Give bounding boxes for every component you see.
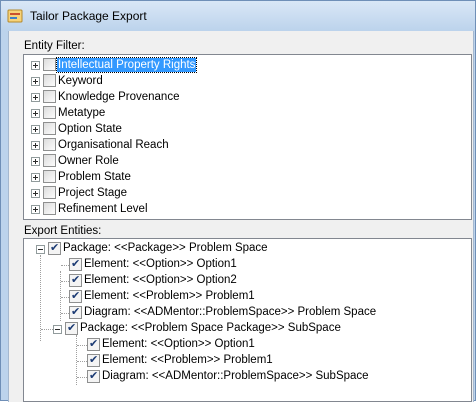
tree-node-diagram[interactable]: Diagram: <<ADMentor::ProblemSpace>> SubS…	[24, 368, 464, 385]
tree-connector	[77, 361, 87, 363]
filter-item[interactable]: Metatype	[24, 105, 464, 121]
filter-item-label: Metatype	[58, 107, 106, 119]
filter-item-label: Owner Role	[58, 155, 119, 167]
filter-item-checkbox[interactable]	[43, 122, 56, 135]
entity-filter-tree[interactable]: Intellectual Property Rights Keyword Knowl…	[23, 54, 472, 220]
node-label: Diagram: <<ADMentor::ProblemSpace>> SubS…	[102, 370, 369, 382]
filter-item[interactable]: Organisational Reach	[24, 137, 464, 153]
tree-node-element[interactable]: Element: <<Option>> Option2	[24, 272, 464, 289]
expand-icon[interactable]	[31, 173, 40, 182]
expand-icon[interactable]	[31, 157, 40, 166]
node-checkbox[interactable]	[69, 272, 82, 287]
expand-icon[interactable]	[31, 189, 40, 198]
tree-node-element[interactable]: Element: <<Option>> Option1	[24, 336, 464, 353]
node-label: Element: <<Option>> Option1	[102, 338, 255, 350]
root-package-label: Package: <<Package>> Problem Space	[63, 242, 268, 254]
filter-item-checkbox[interactable]	[43, 154, 56, 167]
tree-node-root-package[interactable]: Package: <<Package>> Problem Space	[24, 240, 464, 257]
expand-icon[interactable]	[31, 125, 40, 134]
root-package-checkbox[interactable]	[48, 240, 61, 255]
export-entities-tree[interactable]: Package: <<Package>> Problem Space Eleme…	[23, 238, 472, 402]
tree-node-diagram[interactable]: Diagram: <<ADMentor::ProblemSpace>> Prob…	[24, 304, 464, 321]
subpackage-checkbox[interactable]	[65, 320, 78, 335]
tree-connector	[77, 377, 87, 379]
tree-connector	[61, 281, 69, 283]
node-checkbox[interactable]	[87, 368, 100, 383]
filter-item-checkbox[interactable]	[43, 186, 56, 199]
filter-item-checkbox[interactable]	[43, 138, 56, 151]
node-label: Element: <<Problem>> Problem1	[102, 354, 273, 366]
filter-item-label: Keyword	[58, 75, 103, 87]
export-entities-label: Export Entities:	[24, 225, 102, 237]
node-checkbox[interactable]	[87, 352, 100, 367]
filter-item-label: Project Stage	[58, 187, 128, 199]
expand-icon[interactable]	[31, 93, 40, 102]
filter-item[interactable]: Knowledge Provenance	[24, 89, 464, 105]
filter-item-checkbox[interactable]	[43, 58, 56, 71]
node-label: Element: <<Problem>> Problem1	[84, 290, 255, 302]
collapse-icon[interactable]	[36, 245, 45, 254]
node-checkbox[interactable]	[69, 304, 82, 319]
filter-item-label: Knowledge Provenance	[58, 91, 180, 103]
filter-item[interactable]: Intellectual Property Rights	[24, 57, 464, 73]
node-checkbox[interactable]	[87, 336, 100, 351]
filter-item[interactable]: Option State	[24, 121, 464, 137]
collapse-icon[interactable]	[53, 325, 62, 334]
tree-connector	[61, 265, 69, 267]
subpackage-label: Package: <<Problem Space Package>> SubSp…	[80, 322, 341, 334]
node-label: Element: <<Option>> Option1	[84, 258, 237, 270]
filter-item[interactable]: Refinement Level	[24, 201, 464, 217]
dialog-client-area: Entity Filter: Intellectual Property Rig…	[8, 31, 474, 402]
tree-node-element[interactable]: Element: <<Problem>> Problem1	[24, 288, 464, 305]
tree-node-subpackage[interactable]: Package: <<Problem Space Package>> SubSp…	[24, 320, 464, 337]
expand-icon[interactable]	[31, 141, 40, 150]
filter-item[interactable]: Keyword	[24, 73, 464, 89]
node-checkbox[interactable]	[69, 288, 82, 303]
filter-item-label: Option State	[58, 123, 122, 135]
node-checkbox[interactable]	[69, 256, 82, 271]
export-dialog-window: Tailor Package Export Entity Filter: Int…	[0, 0, 476, 402]
filter-item-checkbox[interactable]	[43, 170, 56, 183]
filter-item-label: Organisational Reach	[58, 139, 169, 151]
title-bar[interactable]: Tailor Package Export	[1, 1, 475, 31]
expand-icon[interactable]	[31, 205, 40, 214]
tree-connector	[41, 329, 53, 331]
tree-connector	[61, 313, 69, 315]
filter-item-checkbox[interactable]	[43, 90, 56, 103]
app-icon	[7, 9, 23, 23]
expand-icon[interactable]	[31, 61, 40, 70]
tree-node-element[interactable]: Element: <<Problem>> Problem1	[24, 352, 464, 369]
filter-item-checkbox[interactable]	[43, 202, 56, 215]
filter-item-label: Intellectual Property Rights	[55, 57, 198, 73]
expand-icon[interactable]	[31, 109, 40, 118]
entity-filter-label: Entity Filter:	[24, 40, 85, 52]
node-label: Element: <<Option>> Option2	[84, 274, 237, 286]
filter-item-label: Problem State	[58, 171, 131, 183]
tree-connector	[61, 297, 69, 299]
filter-item-checkbox[interactable]	[43, 106, 56, 119]
filter-item-checkbox[interactable]	[43, 74, 56, 87]
node-label: Diagram: <<ADMentor::ProblemSpace>> Prob…	[84, 306, 377, 318]
tree-connector	[77, 345, 87, 347]
filter-item[interactable]: Project Stage	[24, 185, 464, 201]
filter-item-label: Refinement Level	[58, 203, 148, 215]
filter-item[interactable]: Owner Role	[24, 153, 464, 169]
expand-icon[interactable]	[31, 77, 40, 86]
window-title: Tailor Package Export	[30, 9, 147, 23]
tree-node-element[interactable]: Element: <<Option>> Option1	[24, 256, 464, 273]
filter-item[interactable]: Problem State	[24, 169, 464, 185]
